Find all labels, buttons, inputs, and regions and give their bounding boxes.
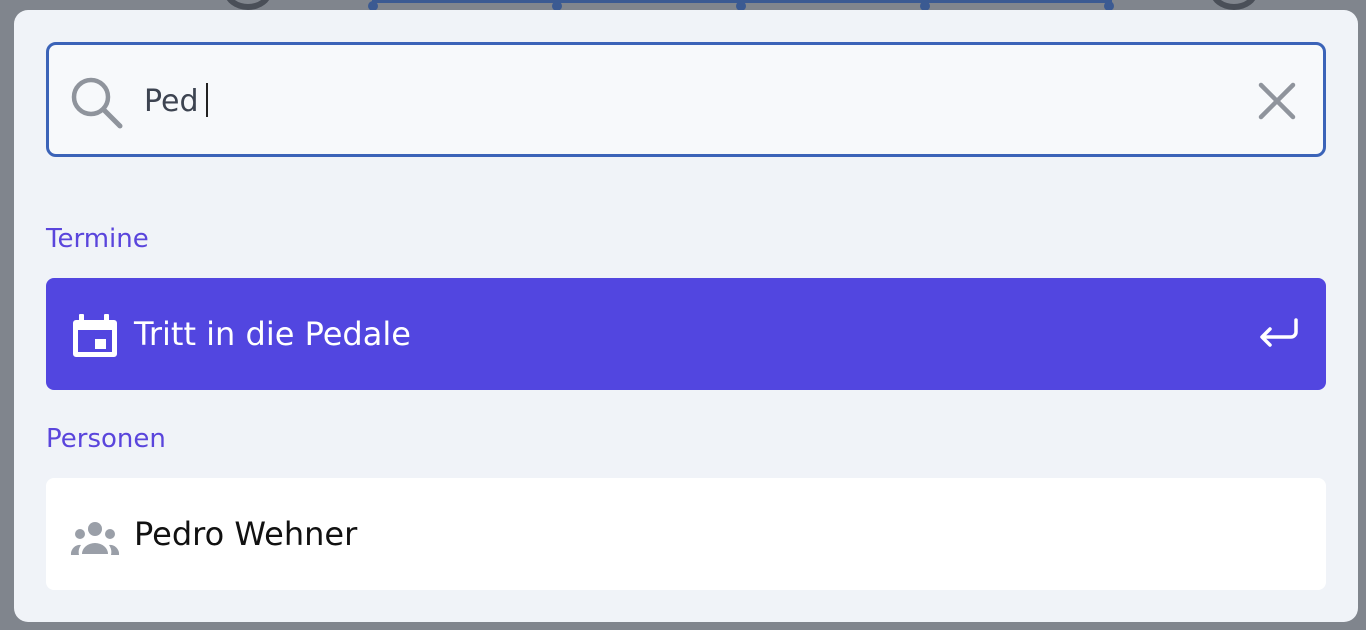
search-icon [71,77,123,129]
result-item-event[interactable]: Tritt in die Pedale [46,278,1326,390]
close-icon [1258,82,1296,120]
section-label-termine: Termine [46,224,149,254]
background-timeline [368,0,1114,11]
search-modal: Termine Tritt in die Pedale Personen Ped… [14,10,1358,622]
result-item-label: Pedro Wehner [134,515,358,553]
people-icon [70,522,120,555]
section-label-personen: Personen [46,424,166,454]
search-input[interactable] [144,78,1144,124]
calendar-icon [73,314,117,357]
clear-search-button[interactable] [1253,77,1301,125]
background-ring [1210,0,1258,10]
enter-key-icon [1260,318,1298,347]
search-box [46,42,1326,157]
background-ring [224,0,272,10]
result-item-label: Tritt in die Pedale [134,315,411,353]
text-caret [206,83,208,117]
result-item-person[interactable]: Pedro Wehner [46,478,1326,590]
